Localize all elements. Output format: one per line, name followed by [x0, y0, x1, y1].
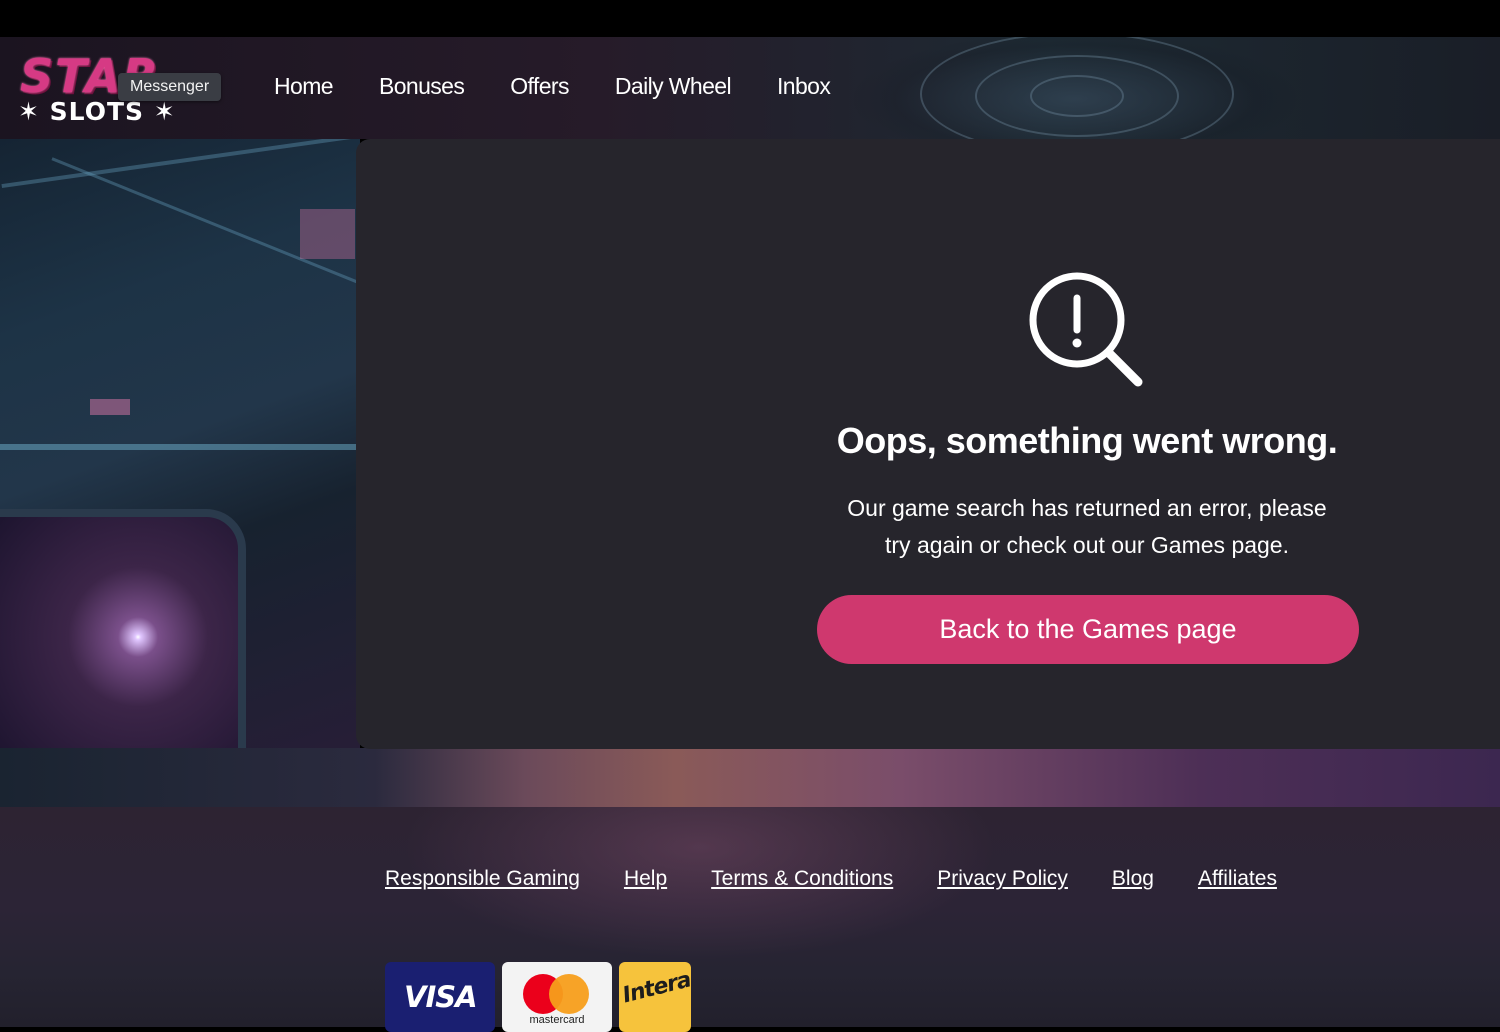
header-decor-ring-core — [1030, 75, 1124, 117]
bg-light — [90, 399, 130, 415]
nav-daily-wheel[interactable]: Daily Wheel — [615, 73, 732, 100]
back-to-games-button[interactable]: Back to the Games page — [817, 595, 1359, 664]
spaceship-background — [0, 139, 360, 807]
nav-offers[interactable]: Offers — [510, 73, 569, 100]
footer-link-affiliates[interactable]: Affiliates — [1198, 867, 1277, 891]
bg-stripe — [0, 444, 360, 450]
error-title: Oops, something went wrong. — [836, 420, 1338, 461]
footer-link-help[interactable]: Help — [624, 867, 667, 891]
logo-slots-text: ✶ SLOTS ✶ — [18, 97, 176, 126]
footer-link-responsible-gaming[interactable]: Responsible Gaming — [385, 867, 580, 891]
footer-link-privacy[interactable]: Privacy Policy — [937, 867, 1068, 891]
interac-logo: Interac — [619, 962, 691, 1032]
messenger-tooltip: Messenger — [118, 73, 222, 101]
footer-links: Responsible Gaming Help Terms & Conditio… — [385, 867, 1277, 891]
error-description: Our game search has returned an error, p… — [847, 495, 1327, 558]
site-footer: Responsible Gaming Help Terms & Conditio… — [0, 807, 1500, 1032]
mastercard-text: mastercard — [529, 1014, 585, 1026]
mastercard-orange-circle — [549, 974, 589, 1014]
footer-link-terms[interactable]: Terms & Conditions — [711, 867, 893, 891]
bg-light — [300, 209, 355, 259]
error-content: Oops, something went wrong. Our game sea… — [817, 270, 1359, 664]
error-card: Oops, something went wrong. Our game sea… — [356, 139, 1500, 749]
nav-home[interactable]: Home — [274, 73, 334, 100]
visa-logo: VISA — [385, 962, 495, 1032]
bg-stripe — [1, 139, 359, 189]
nebula-strip — [0, 748, 1500, 808]
mastercard-logo: mastercard — [502, 962, 612, 1032]
star-slots-logo[interactable]: STAR ✶ SLOTS ✶ Messenger — [16, 49, 231, 127]
site-header: STAR ✶ SLOTS ✶ Messenger Home Bonuses Of… — [0, 37, 1500, 139]
top-black-bar — [0, 0, 1500, 37]
main-nav: Home Bonuses Offers Daily Wheel Inbox — [274, 73, 831, 100]
search-alert-icon — [1029, 272, 1143, 387]
nav-bonuses[interactable]: Bonuses — [379, 73, 465, 100]
footer-link-blog[interactable]: Blog — [1112, 867, 1154, 891]
interac-text: Interac — [620, 964, 691, 1009]
visa-text: VISA — [404, 980, 478, 1014]
nav-inbox[interactable]: Inbox — [777, 73, 831, 100]
